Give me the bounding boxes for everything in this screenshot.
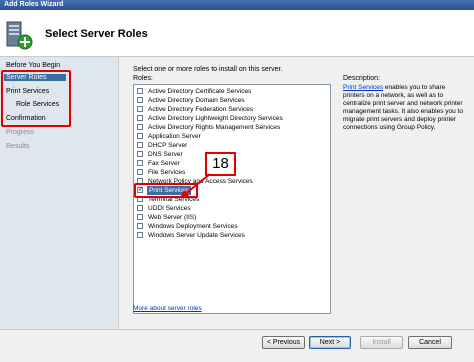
main-panel: Select one or more roles to install on t… bbox=[119, 57, 474, 329]
nav-progress: Progress bbox=[6, 129, 35, 136]
description-body: Print Services enables you to share prin… bbox=[343, 84, 468, 132]
description-link[interactable]: Print Services bbox=[343, 84, 383, 91]
nav-before-you-begin[interactable]: Before You Begin bbox=[6, 62, 60, 69]
button-bar: < Previous Next > Install Cancel bbox=[0, 329, 474, 362]
step-number-callout: 18 bbox=[205, 152, 236, 176]
install-button[interactable]: Install bbox=[360, 336, 403, 349]
checkbox[interactable] bbox=[137, 88, 143, 94]
previous-button[interactable]: < Previous bbox=[262, 336, 305, 349]
description-text: enables you to share printers on a netwo… bbox=[343, 84, 463, 131]
page-title: Select Server Roles bbox=[45, 28, 148, 40]
server-roles-icon bbox=[6, 21, 33, 50]
annotation-highlight-print-services bbox=[134, 183, 198, 198]
roles-listbox[interactable]: Active Directory Certificate Services Ac… bbox=[133, 84, 331, 314]
roles-label: Roles: bbox=[133, 75, 153, 82]
wizard-steps-nav: Before You Begin Server Roles Print Serv… bbox=[0, 57, 119, 329]
checkbox[interactable] bbox=[137, 115, 143, 121]
cancel-button[interactable]: Cancel bbox=[408, 336, 452, 349]
checkbox[interactable] bbox=[137, 106, 143, 112]
checkbox[interactable] bbox=[137, 205, 143, 211]
annotation-highlight-steps bbox=[1, 70, 71, 127]
window-title: Add Roles Wizard bbox=[0, 0, 474, 10]
checkbox[interactable] bbox=[137, 151, 143, 157]
checkbox[interactable] bbox=[137, 214, 143, 220]
description-title: Description: bbox=[343, 75, 380, 82]
checkbox[interactable] bbox=[137, 124, 143, 130]
checkbox[interactable] bbox=[137, 97, 143, 103]
more-about-server-roles-link[interactable]: More about server roles bbox=[133, 305, 202, 312]
checkbox[interactable] bbox=[137, 232, 143, 238]
nav-results: Results bbox=[6, 143, 30, 150]
checkbox[interactable] bbox=[137, 160, 143, 166]
checkbox[interactable] bbox=[137, 223, 143, 229]
next-button[interactable]: Next > bbox=[309, 336, 351, 349]
intro-text: Select one or more roles to install on t… bbox=[133, 66, 283, 73]
checkbox[interactable] bbox=[137, 142, 143, 148]
checkbox[interactable] bbox=[137, 169, 143, 175]
wizard-header: Select Server Roles bbox=[0, 10, 474, 57]
checkbox[interactable] bbox=[137, 133, 143, 139]
